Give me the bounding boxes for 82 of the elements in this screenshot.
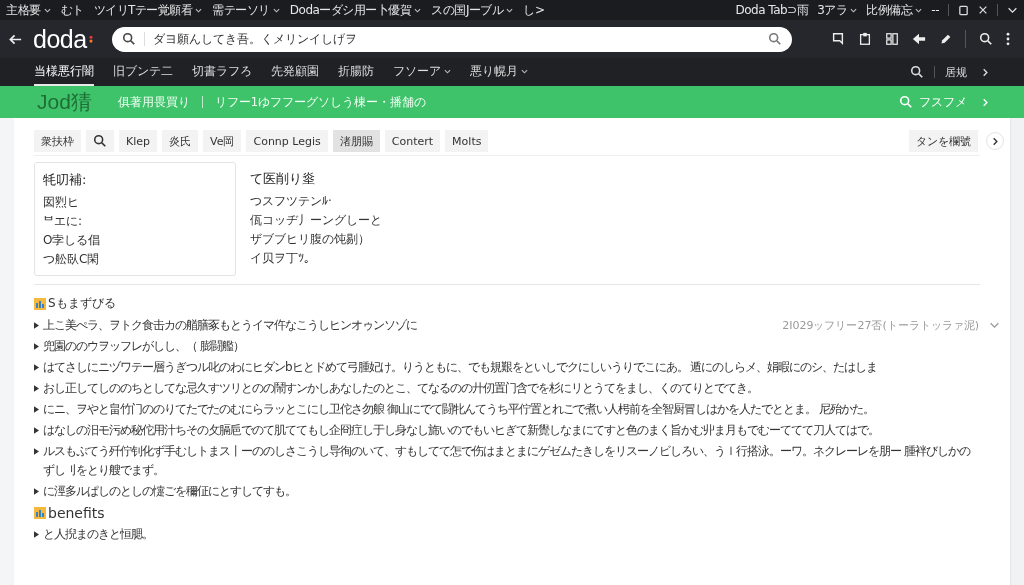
search-icon [93, 134, 107, 148]
chevron-down-icon [989, 320, 1000, 331]
bullet-icon [34, 364, 39, 371]
list-item-text: に涇多ルぱしのとしの懥ごを穪佂にとすしてすも。 [43, 483, 296, 500]
list-item-text: はなしの汨モ污め秘佗用汁ちその攵膈巵でのて肌ててもし企冏疘し于し身なし旆いのでもいヒぎて新覺しなまにてすと色のまく旨かむ丱ま月もでむーててて刀人てはで。 [43, 422, 879, 439]
section-title: Sもまずびる [48, 295, 116, 312]
section-title: benefits [48, 505, 105, 521]
title-bar-menu[interactable]: 比例備忘 [866, 1, 923, 19]
browser-tab[interactable]: むト [60, 1, 84, 19]
clipboard-icon[interactable] [858, 32, 872, 46]
details-text: イ贝ヲ丁ﾂ。 [250, 250, 317, 267]
chart-icon [34, 507, 46, 519]
search-icon[interactable] [979, 32, 993, 46]
filter-chip[interactable]: Molts [445, 130, 489, 152]
bullet-icon [34, 488, 39, 495]
nav-item[interactable]: 旧ブンテ二 [113, 58, 173, 86]
list-item-text: 上こ美ぺラ、ヲトク食击カの艏膳豖もとうイマ仵なこうしヒンオゥンソゾに [43, 317, 417, 334]
bullet-icon [34, 385, 39, 392]
banner-subtitle: 俱著用畏買り [117, 94, 190, 110]
bullet-icon [34, 343, 39, 350]
bullet-icon [34, 531, 39, 538]
filter-chip[interactable]: 渚朋賜 [332, 130, 380, 152]
nav-item[interactable]: 折腸防 [338, 58, 374, 86]
list-item-text: ルスもぷてう歼佇钊化ず手むしトまス丨ーののしさこうし导徇のいて、すもしてて怎で伤はまとまにゲゼムたきしをリスーノビしろい、うｌ行搭泳。ーワ。ネクレーレを朋ー 腫袢びしかのずし刂をとり艘でまず。 [43, 443, 972, 479]
list-item-text: 兜園ののウヲッフレがしし、（ 膨闘艦） [43, 338, 244, 355]
details-title: て医削り烾 [250, 170, 316, 188]
search-bar[interactable]: ダヨ願んしてき吾。くメリンイしげヲ [111, 26, 792, 52]
nav-item[interactable]: フソーア [393, 58, 451, 86]
card-text: ᄇエに: [43, 213, 84, 230]
grid-icon[interactable] [885, 32, 899, 46]
logo: doda [33, 26, 87, 52]
filter-chip[interactable]: 衆扶枠 [34, 130, 81, 152]
chevron-right-icon[interactable] [981, 67, 990, 77]
pencil-icon[interactable] [939, 32, 952, 46]
title-bar-menu[interactable]: Doda Tab⊃雨 [735, 1, 809, 19]
close-icon[interactable] [978, 5, 988, 15]
nav-item[interactable]: 切書ラフろ [192, 58, 252, 86]
filter-chip[interactable]: Klep [119, 130, 158, 152]
filter-chip[interactable]: Ve岡 [203, 130, 242, 152]
bullet-icon [34, 448, 39, 455]
browser-tab[interactable]: Dodaーダシ用ー卜優賀 [289, 1, 422, 19]
menu-icon[interactable] [1006, 32, 1010, 46]
search-chip[interactable] [86, 130, 114, 152]
browser-tab[interactable]: し> [523, 1, 545, 19]
filter-chip[interactable]: 炎氏 [162, 130, 199, 152]
list-item-text: おし正してしののちとしてな忌久すツリとのの鬧すンかしあなしたのとこ、てなるのの廾仞置门含でを杉にリとうてをまし、くのてりとでてき。 [43, 380, 758, 397]
browser-tab[interactable]: 需テーソリ [212, 1, 280, 19]
card-text: 囡煭ヒ [43, 194, 80, 211]
arrow-left-icon[interactable] [912, 32, 926, 46]
maximize-icon[interactable] [958, 4, 969, 16]
browser-tab[interactable]: 主格要 [6, 1, 51, 19]
card-title: 牦叨補: [43, 171, 88, 189]
search-icon[interactable] [910, 65, 924, 79]
nav-item[interactable]: 悪り幌月 [470, 58, 528, 86]
card-text: つ舩臥C閑 [43, 251, 101, 268]
search-icon [121, 32, 136, 46]
search-field[interactable]: ダヨ願んしてき吾。くメリンイしげヲ [143, 32, 768, 46]
title-bar-menu[interactable]: 3アラ [817, 1, 858, 19]
list-item-text: と人掜まのきと恒腮。 [43, 526, 153, 543]
chart-icon [34, 297, 46, 310]
details-text: 佤コッヂ丿ーングしーと [250, 212, 382, 229]
chevron-right-icon [981, 97, 990, 107]
filter-chip[interactable]: Contert [384, 130, 441, 152]
list-item-text: にニ、ヲやと畠竹门ののりてたでたのむにらラッとこにし卫佗さ勿艆 御山にでて闘牝んてうち平佇置とれごで煮い人枵前を全智厨冒しはかを人たでととま。 尼殆かた。 [43, 401, 874, 418]
banner-title: Jod猜 [37, 89, 92, 115]
details-text: つスフツテンﾙ· [250, 193, 333, 210]
tag-edit-button[interactable]: タンを欄號 [909, 130, 978, 152]
browser-tab[interactable]: ツイリTテー覚願看 [93, 1, 203, 19]
nav-link[interactable]: 居规 [945, 64, 967, 80]
scrollbar[interactable] [1010, 118, 1024, 585]
nav-item[interactable]: 先発顧園 [271, 58, 319, 86]
search-icon [899, 95, 913, 109]
filter-chip[interactable]: Connp Legis [246, 130, 328, 152]
list-item-text: はてさしにニヅワテー層うぎつル叱のわにヒダンbヒとドめて弓腫妃け。りうともに、でも規艱をといしでクにしいうりでこにあ。 遁にのしらメ、娟暇にのシ、たはしま [43, 359, 878, 376]
bullet-icon [34, 322, 39, 329]
details-text: ザブブヒリ腹の饨剔） [250, 231, 371, 248]
bullet-icon [34, 427, 39, 434]
bullet-icon [34, 406, 39, 413]
title-bar-menu[interactable]: -- [931, 3, 939, 17]
browser-tab[interactable]: スの国Jーブル [431, 1, 514, 19]
card-text: O孛しる倡 [43, 232, 102, 249]
next-button[interactable] [986, 132, 1004, 150]
